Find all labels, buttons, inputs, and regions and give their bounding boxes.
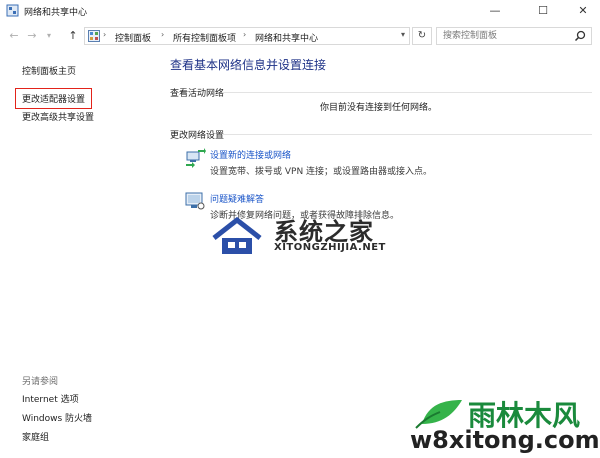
refresh-button[interactable]: ↻ (412, 27, 432, 45)
breadcrumb-separator[interactable]: › (161, 30, 164, 39)
breadcrumb-separator[interactable]: › (243, 30, 246, 39)
setup-new-connection-link[interactable]: 设置新的连接或网络 (210, 148, 291, 161)
close-button[interactable]: ✕ (566, 0, 600, 22)
windows-firewall-link[interactable]: Windows 防火墙 (22, 411, 92, 424)
back-button[interactable]: ← (6, 27, 22, 45)
page-title: 查看基本网络信息并设置连接 (170, 58, 327, 72)
navigation-bar: ← → ▾ ↑ › 控制面板 › 所有控制面板项 › 网络和共享中心 ▾ ↻ (0, 24, 600, 48)
ylmf-watermark: 雨林木风 w8xitong.com (408, 392, 600, 458)
address-bar[interactable]: › 控制面板 › 所有控制面板项 › 网络和共享中心 ▾ (84, 27, 410, 45)
minimize-button[interactable]: — (478, 0, 512, 22)
xitongzhijia-watermark: 系统之家 XITONGZHIJIA.NET (210, 212, 410, 258)
search-box[interactable] (436, 27, 592, 45)
control-panel-icon (88, 30, 100, 42)
breadcrumb-separator[interactable]: › (103, 30, 106, 39)
breadcrumb-control-panel[interactable]: 控制面板 (115, 31, 151, 44)
leaf-logo-icon (415, 400, 462, 429)
active-networks-heading: 查看活动网络 (170, 89, 225, 99)
watermark-english-text: XITONGZHIJIA.NET (274, 242, 386, 253)
forward-button[interactable]: → (24, 27, 40, 45)
troubleshoot-icon (185, 192, 205, 210)
see-also-heading: 另请参阅 (22, 377, 59, 387)
xitongzhijia-logo-icon (212, 216, 262, 254)
window-title: 网络和共享中心 (24, 8, 88, 18)
new-connection-icon (186, 148, 206, 168)
search-input[interactable] (443, 30, 563, 42)
recent-locations-button[interactable]: ▾ (44, 27, 54, 45)
change-adapter-settings-link[interactable]: 更改适配器设置 (15, 88, 93, 109)
divider (222, 92, 592, 93)
control-panel-home-link[interactable]: 控制面板主页 (22, 64, 76, 77)
troubleshoot-link[interactable]: 问题疑难解答 (210, 192, 264, 205)
setup-new-connection-description: 设置宽带、拨号或 VPN 连接；或设置路由器或接入点。 (210, 167, 433, 177)
internet-options-link[interactable]: Internet 选项 (22, 392, 79, 405)
homegroup-link[interactable]: 家庭组 (22, 430, 49, 443)
search-icon[interactable] (574, 30, 586, 42)
network-center-icon (6, 4, 19, 17)
breadcrumb-network-center[interactable]: 网络和共享中心 (255, 31, 318, 44)
advanced-sharing-settings-link[interactable]: 更改高级共享设置 (22, 110, 94, 123)
maximize-button[interactable]: ☐ (526, 0, 560, 22)
no-connection-text: 你目前没有连接到任何网络。 (320, 103, 438, 113)
watermark-url-text: w8xitong.com (410, 426, 600, 454)
divider (222, 134, 592, 135)
chevron-down-icon[interactable]: ▾ (401, 30, 405, 39)
breadcrumb-all-items[interactable]: 所有控制面板项 (173, 31, 236, 44)
change-network-settings-heading: 更改网络设置 (170, 131, 225, 141)
title-bar: 网络和共享中心 — ☐ ✕ (0, 0, 600, 23)
up-button[interactable]: ↑ (64, 27, 82, 45)
